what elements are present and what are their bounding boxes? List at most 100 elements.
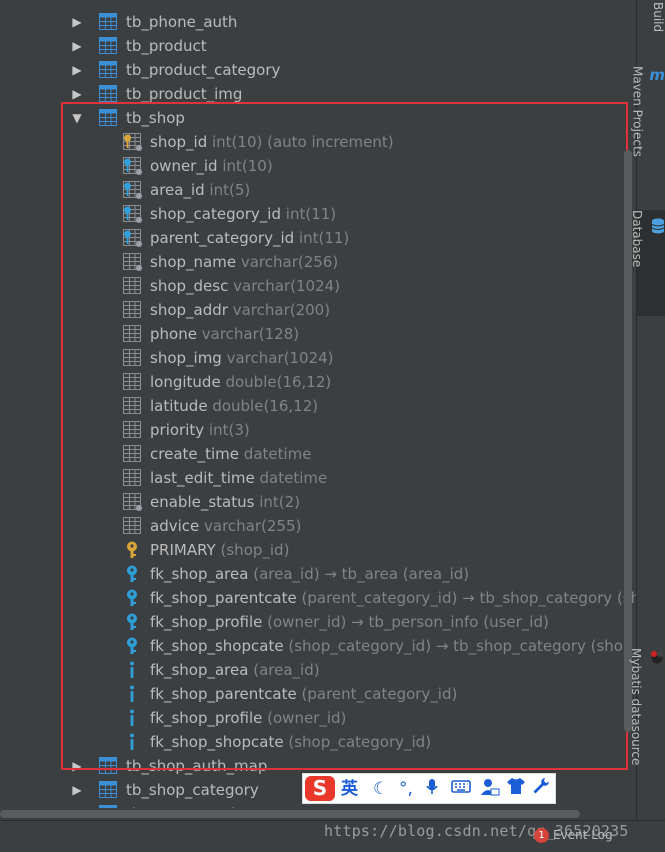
- column-row[interactable]: advice varchar(255): [0, 514, 636, 538]
- key-row[interactable]: fk_shop_shopcate (shop_category_id) → tb…: [0, 634, 636, 658]
- node-label: tb_shop: [126, 106, 185, 130]
- node-label: area_id int(5): [150, 178, 250, 202]
- user-menu-icon[interactable]: [480, 777, 500, 805]
- expand-arrow-icon[interactable]: ▶: [70, 34, 84, 58]
- table-row-expanded[interactable]: ▼ tb_shop: [0, 106, 636, 130]
- column-row[interactable]: enable_status int(2): [0, 490, 636, 514]
- key-row[interactable]: fk_shop_parentcate (parent_category_id) …: [0, 586, 636, 610]
- expand-arrow-icon[interactable]: ▶: [70, 778, 84, 802]
- expand-arrow-icon[interactable]: ▶: [70, 58, 84, 82]
- node-label: fk_shop_profile (owner_id): [150, 706, 346, 730]
- column-row[interactable]: create_time datetime: [0, 442, 636, 466]
- node-name: priority: [150, 421, 205, 439]
- foreign-key-icon: [123, 589, 141, 606]
- punctuation-icon[interactable]: °,: [399, 777, 413, 802]
- expand-arrow-icon[interactable]: ▶: [70, 82, 84, 106]
- node-name: fk_shop_parentcate: [150, 685, 297, 703]
- column-row[interactable]: longitude double(16,12): [0, 370, 636, 394]
- node-detail: int(10): [222, 157, 273, 175]
- column-row[interactable]: area_id int(5): [0, 178, 636, 202]
- column-row[interactable]: owner_id int(10): [0, 154, 636, 178]
- node-name: area_id: [150, 181, 205, 199]
- tab-maven-projects-label: Maven Projects: [630, 66, 645, 157]
- node-name: PRIMARY: [150, 541, 216, 559]
- column-row[interactable]: latitude double(16,12): [0, 394, 636, 418]
- node-detail: int(5): [209, 181, 251, 199]
- node-name: fk_shop_shopcate: [150, 637, 284, 655]
- tab-database[interactable]: Database: [630, 210, 665, 316]
- node-detail: varchar(1024): [226, 349, 334, 367]
- index-row[interactable]: fk_shop_area (area_id): [0, 658, 636, 682]
- column-row[interactable]: shop_id int(10) (auto increment): [0, 130, 636, 154]
- tab-build[interactable]: Build: [637, 2, 665, 42]
- horizontal-scrollbar[interactable]: [0, 810, 580, 818]
- input-method-toolbar[interactable]: S 英 ☾ °,: [302, 773, 556, 804]
- key-row[interactable]: fk_shop_profile (owner_id) → tb_person_i…: [0, 610, 636, 634]
- wrench-icon[interactable]: [532, 777, 550, 803]
- node-name: shop_name: [150, 253, 237, 271]
- node-label: fk_shop_shopcate (shop_category_id) → tb…: [150, 634, 636, 658]
- node-detail: varchar(128): [201, 325, 300, 343]
- foreign-key-column-icon: [123, 157, 142, 175]
- node-detail: int(11): [285, 205, 337, 223]
- node-name: shop_desc: [150, 277, 229, 295]
- index-icon: [123, 685, 141, 702]
- node-name: fk_shop_area: [150, 661, 249, 679]
- node-detail: (shop_category_id): [288, 733, 432, 751]
- column-row[interactable]: parent_category_id int(11): [0, 226, 636, 250]
- column-row[interactable]: shop_desc varchar(1024): [0, 274, 636, 298]
- table-row[interactable]: ▶ tb_product_img: [0, 82, 636, 106]
- table-icon: [99, 781, 117, 798]
- node-name: shop_id: [150, 133, 208, 151]
- event-count-badge: 1: [534, 828, 549, 843]
- table-row[interactable]: ▶ tb_product: [0, 34, 636, 58]
- index-icon: [123, 709, 141, 726]
- node-detail: (owner_id) → tb_person_info (user_id): [267, 613, 549, 631]
- node-detail: (parent_category_id) → tb_shop_category …: [301, 589, 637, 607]
- key-row[interactable]: PRIMARY (shop_id): [0, 538, 636, 562]
- column-row[interactable]: shop_category_id int(11): [0, 202, 636, 226]
- node-label: tb_product_category: [126, 58, 280, 82]
- event-log-button[interactable]: 1 Event Log: [534, 826, 613, 844]
- expand-arrow-icon[interactable]: ▶: [70, 10, 84, 34]
- tab-mybatis-datasource[interactable]: Mybatis datasource: [629, 648, 665, 798]
- column-icon: [123, 325, 141, 342]
- node-label: shop_category_id int(11): [150, 202, 336, 226]
- node-label: PRIMARY (shop_id): [150, 538, 289, 562]
- node-label: parent_category_id int(11): [150, 226, 349, 250]
- foreign-key-column-icon: [123, 229, 142, 247]
- key-row[interactable]: fk_shop_area (area_id) → tb_area (area_i…: [0, 562, 636, 586]
- collapse-arrow-icon[interactable]: ▼: [70, 106, 84, 130]
- column-row[interactable]: shop_name varchar(256): [0, 250, 636, 274]
- database-tree[interactable]: ▶ tb_phone_auth ▶ tb_product ▶ tb_product_cat…: [0, 0, 636, 808]
- tab-maven-projects[interactable]: m Maven Projects: [630, 66, 665, 188]
- node-detail: varchar(1024): [233, 277, 341, 295]
- node-detail: (owner_id): [267, 709, 347, 727]
- expand-arrow-icon[interactable]: ▶: [70, 754, 84, 778]
- column-row[interactable]: shop_img varchar(1024): [0, 346, 636, 370]
- table-row[interactable]: ▶ tb_phone_auth: [0, 10, 636, 34]
- node-label: enable_status int(2): [150, 490, 300, 514]
- column-row[interactable]: shop_addr varchar(200): [0, 298, 636, 322]
- microphone-icon[interactable]: [425, 777, 439, 805]
- index-row[interactable]: fk_shop_profile (owner_id): [0, 706, 636, 730]
- node-name: phone: [150, 325, 197, 343]
- keyboard-icon[interactable]: [451, 777, 471, 802]
- node-name: tb_phone_auth: [126, 13, 238, 31]
- foreign-key-column-icon: [123, 205, 142, 223]
- ime-mode-toggle[interactable]: 英: [341, 777, 358, 802]
- node-label: fk_shop_shopcate (shop_category_id): [150, 730, 431, 754]
- skin-shirt-icon[interactable]: [506, 777, 526, 803]
- node-name: fk_shop_shopcate: [150, 733, 284, 751]
- column-icon: [123, 445, 141, 462]
- index-row[interactable]: fk_shop_parentcate (parent_category_id): [0, 682, 636, 706]
- column-row[interactable]: phone varchar(128): [0, 322, 636, 346]
- column-row[interactable]: last_edit_time datetime: [0, 466, 636, 490]
- node-name: tb_shop: [126, 109, 185, 127]
- column-row[interactable]: priority int(3): [0, 418, 636, 442]
- moon-icon[interactable]: ☾: [373, 777, 388, 802]
- node-name: shop_category_id: [150, 205, 282, 223]
- table-row[interactable]: ▶ tb_product_category: [0, 58, 636, 82]
- not-null-column-icon: [123, 253, 142, 271]
- index-row[interactable]: fk_shop_shopcate (shop_category_id): [0, 730, 636, 754]
